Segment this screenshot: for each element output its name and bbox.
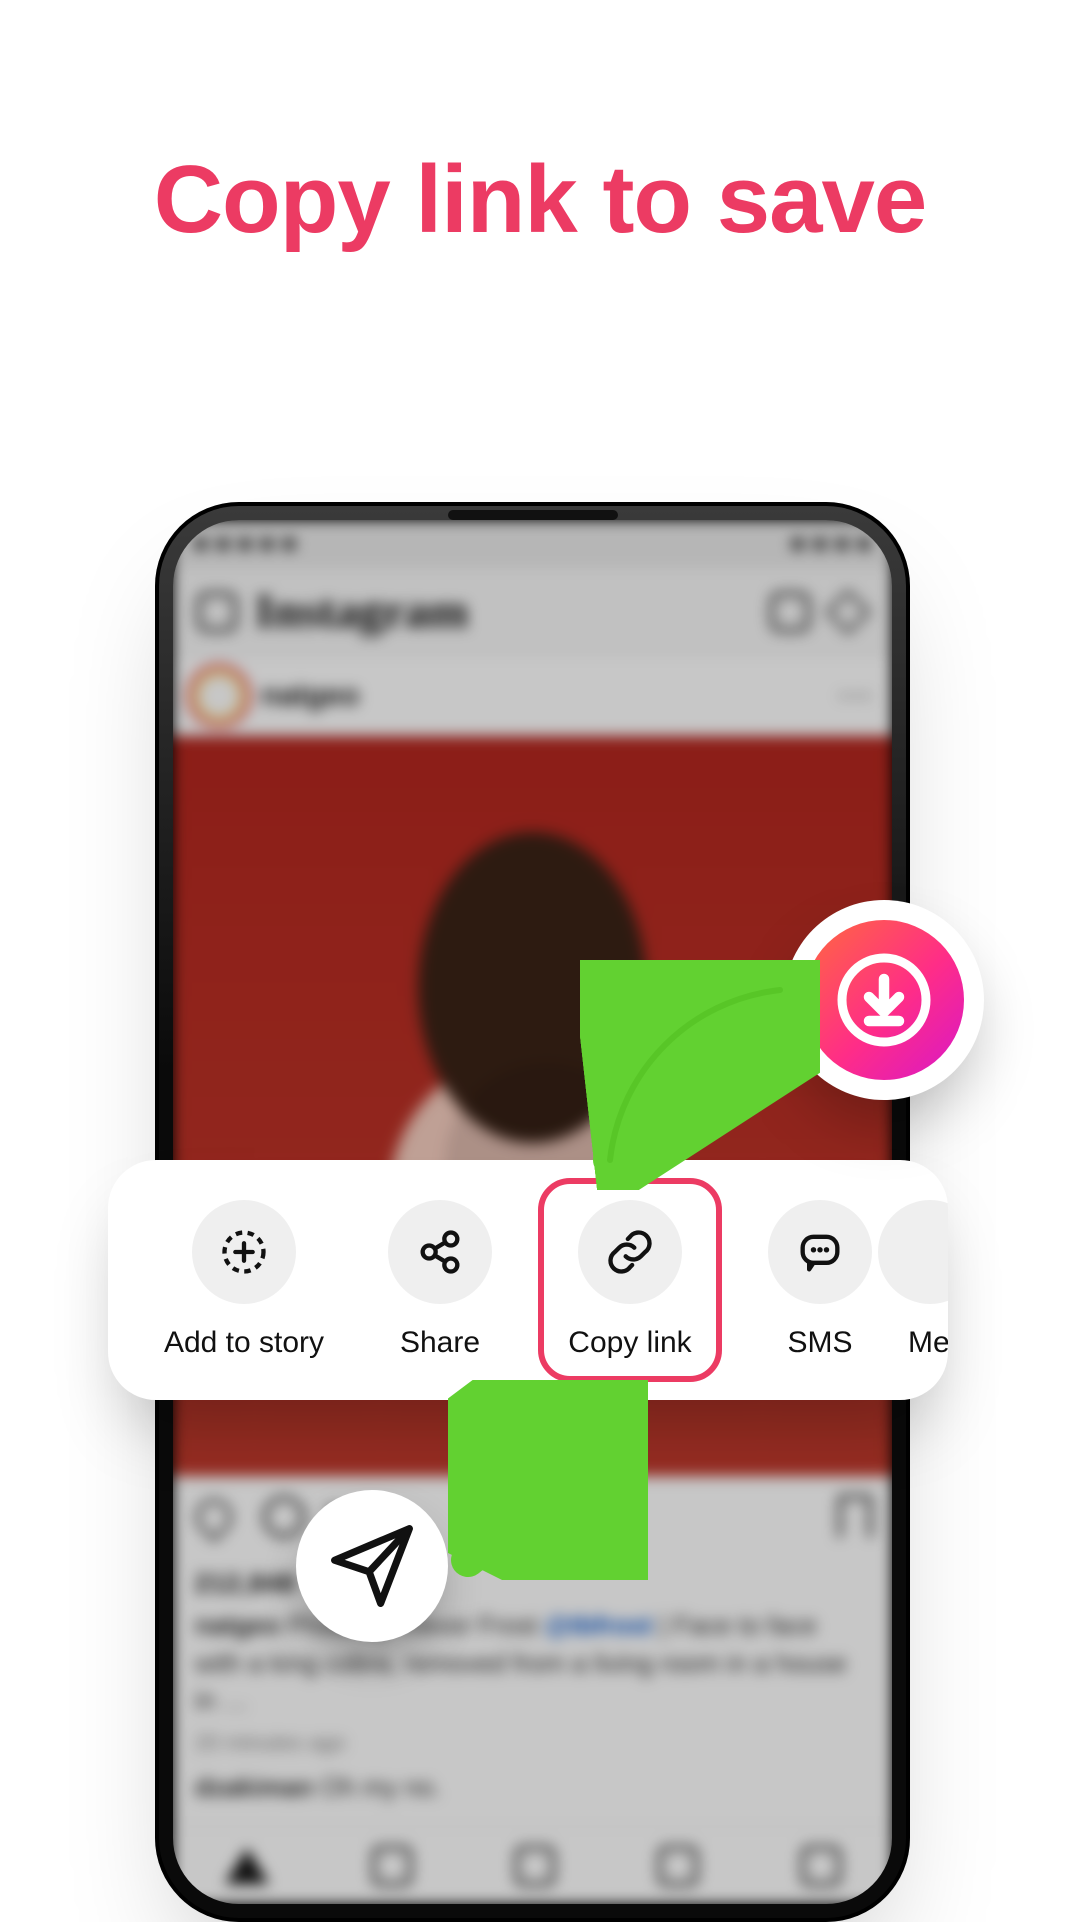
share-option-copy-link[interactable]: Copy link	[538, 1178, 722, 1382]
camera-icon	[197, 592, 237, 632]
bookmark-icon	[838, 1495, 872, 1539]
share-option-add-story[interactable]: Add to story	[146, 1200, 342, 1360]
share-option-share[interactable]: Share	[342, 1200, 538, 1360]
comment-user: dzakiman	[195, 1772, 314, 1802]
share-option-label: Share	[400, 1326, 480, 1360]
post-timestamp: 20 minutes ago	[195, 1730, 870, 1756]
dm-icon	[825, 589, 870, 634]
android-status-bar	[173, 520, 892, 568]
share-option-label: Me	[908, 1326, 948, 1360]
more-icon: ⋮	[835, 679, 875, 713]
nav-home-icon	[225, 1848, 269, 1884]
post-header: natgeo ⋮	[173, 656, 892, 736]
avatar	[193, 670, 245, 722]
download-icon	[804, 920, 964, 1080]
sms-icon	[768, 1200, 872, 1304]
arrow-to-download	[580, 960, 820, 1190]
share-option-label: SMS	[787, 1326, 852, 1360]
add-story-icon	[192, 1200, 296, 1304]
share-icon	[388, 1200, 492, 1304]
post-caption-block: 212,848 natgeo Photo by Trevor Frost @tb…	[173, 1558, 892, 1843]
share-option-label: Add to story	[164, 1326, 324, 1360]
comment-text: Oh my no.	[321, 1772, 441, 1802]
nav-activity-icon	[658, 1846, 698, 1886]
send-button[interactable]	[296, 1490, 448, 1642]
caption-user: natgeo	[195, 1610, 280, 1640]
link-icon	[578, 1200, 682, 1304]
instagram-header: Instagram	[173, 568, 892, 656]
comment-icon	[263, 1496, 305, 1538]
share-option-me[interactable]: Me	[918, 1200, 948, 1360]
igtv-icon	[770, 592, 810, 632]
instagram-logo: Instagram	[255, 584, 468, 639]
paper-plane-icon	[326, 1520, 418, 1612]
post-username: natgeo	[261, 679, 359, 713]
caption-tag: @tbfrost	[545, 1610, 653, 1640]
nav-search-icon	[372, 1846, 412, 1886]
arrow-to-copy-link	[448, 1380, 648, 1580]
likes-count: 212,848	[195, 1568, 296, 1598]
instagram-bottom-nav	[173, 1826, 892, 1904]
heart-icon	[189, 1492, 239, 1542]
share-sheet: Add to story Share Copy link SMS Me	[108, 1160, 948, 1400]
phone-notch	[448, 510, 618, 520]
nav-profile-icon	[801, 1846, 841, 1886]
promo-headline: Copy link to save	[0, 145, 1080, 255]
nav-add-icon	[515, 1846, 555, 1886]
share-option-label: Copy link	[568, 1326, 691, 1360]
